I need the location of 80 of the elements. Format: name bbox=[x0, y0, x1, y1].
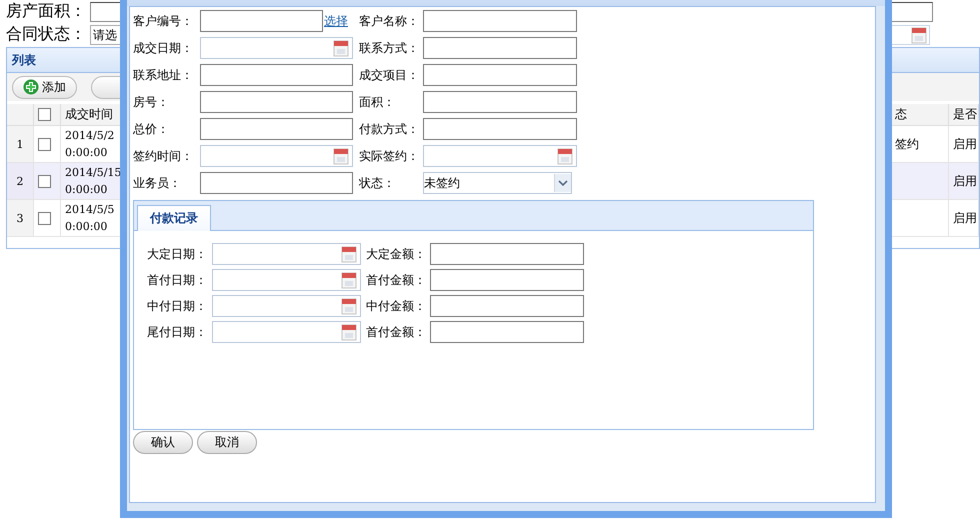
date-field[interactable] bbox=[212, 295, 361, 317]
table-cell: 启用 bbox=[949, 163, 979, 200]
checkbox[interactable] bbox=[38, 138, 51, 150]
input-field[interactable] bbox=[200, 64, 353, 86]
calendar-icon[interactable] bbox=[341, 297, 357, 315]
field-label: 实际签约： bbox=[359, 148, 420, 164]
date-field[interactable] bbox=[200, 145, 353, 167]
checkbox[interactable] bbox=[38, 174, 51, 188]
row-number: 1 bbox=[7, 126, 34, 163]
table-cell bbox=[891, 163, 949, 200]
panel-title: 列表 bbox=[12, 52, 36, 68]
column-header: 态 bbox=[891, 104, 949, 126]
column-header: 成交时间 bbox=[61, 104, 121, 126]
calendar-icon[interactable] bbox=[333, 39, 349, 57]
row-number: 2 bbox=[7, 163, 34, 200]
date-field[interactable] bbox=[212, 269, 361, 291]
input-field[interactable] bbox=[200, 118, 353, 140]
field-label: 联系地址： bbox=[133, 66, 194, 84]
field-label: 尾付日期： bbox=[147, 324, 208, 340]
filter-label: 房产面积： bbox=[6, 1, 87, 22]
plus-icon bbox=[23, 79, 39, 95]
field-label: 首付金额： bbox=[366, 324, 427, 340]
field-label: 付款方式： bbox=[359, 120, 420, 138]
field-label: 首付日期： bbox=[147, 272, 208, 288]
select-link[interactable]: 选择 bbox=[324, 12, 348, 30]
field-label: 大定日期： bbox=[147, 246, 208, 262]
caret-icon[interactable] bbox=[554, 174, 571, 192]
field-label: 客户编号： bbox=[133, 12, 194, 30]
column-header: 是否 bbox=[949, 104, 979, 126]
table-row[interactable]: 3 2014/5/5 0:00:00 bbox=[7, 200, 121, 237]
calendar-icon[interactable] bbox=[341, 271, 357, 289]
checkbox[interactable] bbox=[38, 108, 51, 121]
input-field[interactable] bbox=[200, 91, 353, 113]
input-field[interactable] bbox=[430, 243, 584, 265]
field-label: 中付日期： bbox=[147, 298, 208, 314]
add-button[interactable]: 添加 bbox=[12, 76, 77, 98]
filter-label: 合同状态： bbox=[6, 24, 87, 45]
date-time-text: 2014/5/5 0:00:00 bbox=[65, 202, 116, 235]
row-number: 3 bbox=[7, 200, 34, 237]
table-row[interactable]: 2 2014/5/15 0:00:00 bbox=[7, 163, 121, 200]
field-label: 状态： bbox=[359, 174, 396, 192]
date-time-text: 2014/5/2 0:00:00 bbox=[65, 128, 116, 161]
field-label: 成交日期： bbox=[133, 40, 194, 56]
input-field[interactable] bbox=[200, 172, 353, 194]
date-field[interactable] bbox=[423, 145, 577, 167]
field-label: 客户名称： bbox=[359, 12, 420, 30]
field-label: 首付金额： bbox=[366, 272, 427, 288]
calendar-icon[interactable] bbox=[341, 323, 357, 341]
field-label: 成交项目： bbox=[359, 66, 420, 84]
input-field[interactable] bbox=[423, 91, 577, 113]
date-field[interactable] bbox=[200, 37, 353, 59]
calendar-icon[interactable] bbox=[557, 147, 573, 165]
confirm-button[interactable]: 确认 bbox=[133, 431, 193, 454]
field-label: 联系方式： bbox=[359, 40, 420, 56]
date-field[interactable] bbox=[212, 321, 361, 343]
date-field[interactable] bbox=[212, 243, 361, 265]
checkbox[interactable] bbox=[38, 212, 51, 224]
field-label: 签约时间： bbox=[133, 148, 194, 164]
table-cell: 启用 bbox=[949, 200, 979, 237]
field-label: 业务员： bbox=[133, 174, 182, 192]
calendar-icon[interactable] bbox=[333, 147, 349, 165]
input-field[interactable] bbox=[200, 10, 323, 32]
input-field[interactable] bbox=[430, 269, 584, 291]
cancel-button[interactable]: 取消 bbox=[197, 431, 257, 454]
field-label: 中付金额： bbox=[366, 298, 427, 314]
calendar-icon[interactable] bbox=[911, 26, 927, 44]
field-label: 房号： bbox=[133, 94, 170, 110]
input-field[interactable] bbox=[423, 64, 577, 86]
input-field[interactable] bbox=[423, 118, 577, 140]
date-time-text: 2014/5/15 0:00:00 bbox=[65, 165, 121, 198]
input-field[interactable] bbox=[423, 37, 577, 59]
field-label: 总价： bbox=[133, 120, 170, 138]
tab[interactable]: 付款记录 bbox=[137, 205, 211, 231]
field-label: 面积： bbox=[359, 94, 396, 110]
calendar-icon[interactable] bbox=[341, 245, 357, 263]
input-field[interactable] bbox=[423, 10, 577, 32]
input-field[interactable] bbox=[430, 295, 584, 317]
input-field[interactable] bbox=[430, 321, 584, 343]
status-dropdown[interactable]: 未签约 bbox=[423, 172, 572, 194]
field-label: 大定金额： bbox=[366, 246, 427, 262]
